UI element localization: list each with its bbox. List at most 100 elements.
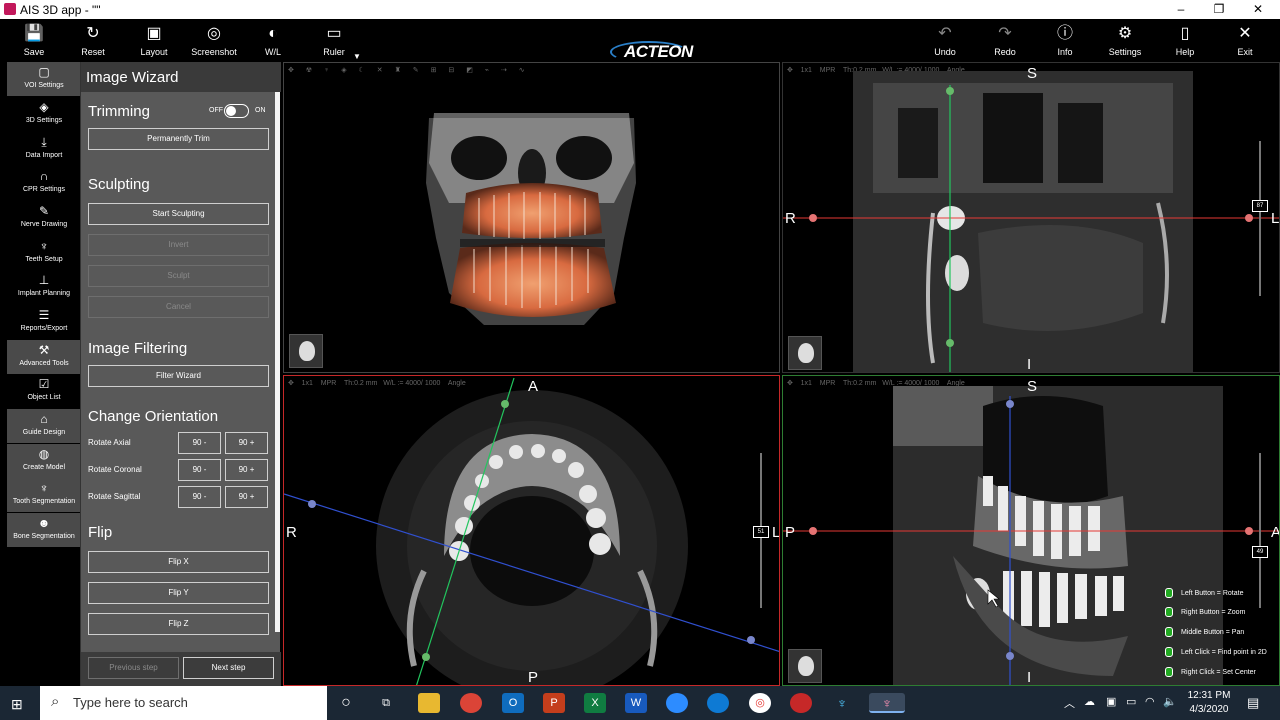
layout-button[interactable]: ▣ Layout bbox=[129, 19, 179, 62]
main-toolbar: 💾 Save ↻ Reset ▣ Layout ◎ Screenshot ◐ W/L ▭ R… bbox=[0, 19, 1280, 63]
acteon-logo: ACTEON bbox=[608, 41, 693, 63]
acrobat-icon[interactable]: ◎ bbox=[749, 693, 771, 713]
zoom-icon[interactable] bbox=[666, 693, 688, 713]
next-step-button[interactable]: Next step bbox=[183, 657, 274, 679]
guide-icon: ⌂ bbox=[40, 412, 48, 426]
tray-chevron-icon[interactable]: ︿ bbox=[1064, 695, 1075, 711]
sidebar-item-guide-design[interactable]: ⌂ Guide Design bbox=[7, 409, 81, 443]
cancel-sculpt-button[interactable]: Cancel bbox=[88, 296, 269, 318]
rotate-axial-minus-button[interactable]: 90 - bbox=[178, 432, 221, 454]
sagittal-slice-slider[interactable] bbox=[1259, 453, 1261, 608]
undo-button[interactable]: ↶ Undo bbox=[920, 19, 970, 62]
sidebar-item-create-model[interactable]: ◍ Create Model bbox=[7, 444, 81, 478]
sidebar-item-implant-planning[interactable]: ⊥ Implant Planning bbox=[7, 270, 81, 304]
bone-seg-icon: ☻ bbox=[37, 516, 51, 530]
sidebar-item-cpr-settings[interactable]: ∩ CPR Settings bbox=[7, 166, 81, 200]
sidebar-item-object-list[interactable]: ☑ Object List bbox=[7, 374, 81, 408]
reset-button[interactable]: ↻ Reset bbox=[68, 19, 118, 62]
coronal-slice-slider[interactable] bbox=[1259, 141, 1261, 296]
close-window-button[interactable]: ✕ bbox=[1243, 1, 1273, 18]
ruler-icon: ▭ bbox=[326, 25, 342, 42]
permanently-trim-button[interactable]: Permanently Trim bbox=[88, 128, 269, 150]
rotate-sagittal-minus-button[interactable]: 90 - bbox=[178, 486, 221, 508]
rotate-axial-plus-button[interactable]: 90 + bbox=[225, 432, 268, 454]
cortana-icon[interactable]: ○ bbox=[335, 693, 357, 713]
save-icon: 💾 bbox=[24, 25, 44, 42]
image-wizard-panel: Image Wizard Trimming OFF ON Permanently… bbox=[80, 62, 281, 686]
excel-icon[interactable]: X bbox=[584, 693, 606, 713]
battery-icon[interactable]: ▭ bbox=[1126, 695, 1136, 708]
word-icon[interactable]: W bbox=[625, 693, 647, 713]
previous-step-button[interactable]: Previous step bbox=[88, 657, 179, 679]
report-icon: ☰ bbox=[38, 308, 50, 322]
teamviewer-icon[interactable] bbox=[707, 693, 729, 713]
sidebar-item-data-import[interactable]: ⤓ Data Import bbox=[7, 132, 81, 166]
sagittal-orientation-head-icon[interactable] bbox=[788, 649, 822, 683]
trimming-toggle[interactable]: OFF ON bbox=[209, 104, 269, 118]
flip-z-button[interactable]: Flip Z bbox=[88, 613, 269, 635]
axial-view[interactable]: ✥ 1x1 MPR Th:0.2 mm W/L := 4000/ 1000 An… bbox=[283, 375, 780, 686]
sidebar-item-tooth-segmentation[interactable]: ♆ Tooth Segmentation bbox=[7, 478, 81, 512]
sidebar-item-teeth-setup[interactable]: ♆ Teeth Setup bbox=[7, 236, 81, 270]
help-button[interactable]: ▯ Help bbox=[1160, 19, 1210, 62]
rotate-coronal-minus-button[interactable]: 90 - bbox=[178, 459, 221, 481]
ruler-button[interactable]: ▭ Ruler bbox=[309, 19, 359, 62]
task-view-icon[interactable]: ⧉ bbox=[375, 693, 397, 713]
cube-icon: ◈ bbox=[39, 100, 49, 114]
rotate-coronal-plus-button[interactable]: 90 + bbox=[225, 459, 268, 481]
settings-button[interactable]: ⚙ Settings bbox=[1100, 19, 1150, 62]
sagittal-orientation-top: S bbox=[1027, 378, 1038, 395]
tray-app-icon[interactable]: ▣ bbox=[1106, 695, 1116, 708]
minimize-button[interactable]: – bbox=[1166, 1, 1196, 18]
sidebar-item-bone-segmentation[interactable]: ☻ Bone Segmentation bbox=[7, 513, 81, 547]
tooth-icon: ♆ bbox=[39, 239, 49, 253]
file-explorer-icon[interactable] bbox=[418, 693, 440, 713]
coronal-orientation-head-icon[interactable] bbox=[788, 336, 822, 370]
filter-wizard-button[interactable]: Filter Wizard bbox=[88, 365, 269, 387]
sidebar-item-3d-settings[interactable]: ◈ 3D Settings bbox=[7, 97, 81, 131]
sidebar-item-voi-settings[interactable]: ▢ VOI Settings bbox=[7, 62, 81, 96]
taskbar-search-box[interactable]: ⌕ Type here to search bbox=[40, 686, 327, 720]
wizard-scrollbar[interactable] bbox=[275, 92, 280, 632]
ais-3d-app-taskbar-icon[interactable]: ♆ bbox=[869, 693, 905, 713]
legend-item: Right Button = Zoom bbox=[1165, 607, 1245, 625]
rotate-sagittal-plus-button[interactable]: 90 + bbox=[225, 486, 268, 508]
outlook-icon[interactable]: O bbox=[502, 693, 524, 713]
change-orientation-title: Change Orientation bbox=[88, 408, 219, 425]
screenshot-button[interactable]: ◎ Screenshot bbox=[189, 19, 239, 62]
wl-button[interactable]: ◐ W/L bbox=[248, 19, 298, 62]
sculpt-button[interactable]: Sculpt bbox=[88, 265, 269, 287]
start-sculpting-button[interactable]: Start Sculpting bbox=[88, 203, 269, 225]
window-title: AIS 3D app - "" bbox=[20, 3, 101, 17]
info-button[interactable]: ⓘ Info bbox=[1040, 19, 1090, 62]
save-button[interactable]: 💾 Save bbox=[9, 19, 59, 62]
left-sidebar: ▢ VOI Settings ◈ 3D Settings ⤓ Data Import … bbox=[0, 62, 86, 686]
invert-button[interactable]: Invert bbox=[88, 234, 269, 256]
taskbar-clock[interactable]: 12:31 PM 4/3/2020 bbox=[1185, 689, 1233, 717]
powerpoint-icon[interactable]: P bbox=[543, 693, 565, 713]
flip-y-button[interactable]: Flip Y bbox=[88, 582, 269, 604]
windows-start-icon[interactable]: ⊞ bbox=[11, 696, 27, 712]
notifications-icon[interactable]: ▤ bbox=[1247, 695, 1259, 711]
app-red-icon[interactable] bbox=[790, 693, 812, 713]
search-placeholder: Type here to search bbox=[73, 695, 188, 710]
volume-icon[interactable]: 🔈 bbox=[1163, 695, 1177, 708]
rotate-axial-label: Rotate Axial bbox=[88, 438, 131, 447]
3d-orientation-head-icon[interactable] bbox=[289, 334, 323, 368]
sidebar-item-nerve-drawing[interactable]: ✎ Nerve Drawing bbox=[7, 201, 81, 235]
coronal-view[interactable]: ✥ 1x1 MPR Th:0.2 mm W/L := 4000/ 1000 An… bbox=[782, 62, 1280, 373]
flip-x-button[interactable]: Flip X bbox=[88, 551, 269, 573]
gear-icon: ⚙ bbox=[1117, 25, 1133, 42]
redo-button[interactable]: ↷ Redo bbox=[980, 19, 1030, 62]
dental-app-icon[interactable]: ♆ bbox=[831, 693, 853, 713]
3d-view[interactable]: ✥ ☢ ♆ ◈ ☾ ✕ ♜ ✎ ⊞ ⊟ ◩ ⌁ ⇢ ∿ bbox=[283, 62, 780, 373]
sidebar-item-advanced-tools[interactable]: ⚒ Advanced Tools bbox=[7, 340, 81, 374]
network-sync-icon[interactable]: ☁ bbox=[1084, 695, 1095, 708]
wifi-icon[interactable]: ◠ bbox=[1145, 695, 1155, 708]
exit-button[interactable]: ✕ Exit bbox=[1220, 19, 1270, 62]
maximize-button[interactable]: ❐ bbox=[1204, 1, 1234, 18]
ruler-dropdown-icon[interactable]: ▼ bbox=[353, 52, 361, 61]
rotate-coronal-label: Rotate Coronal bbox=[88, 465, 142, 474]
chrome-icon[interactable] bbox=[460, 693, 482, 713]
sidebar-item-reports-export[interactable]: ☰ Reports/Export bbox=[7, 305, 81, 339]
